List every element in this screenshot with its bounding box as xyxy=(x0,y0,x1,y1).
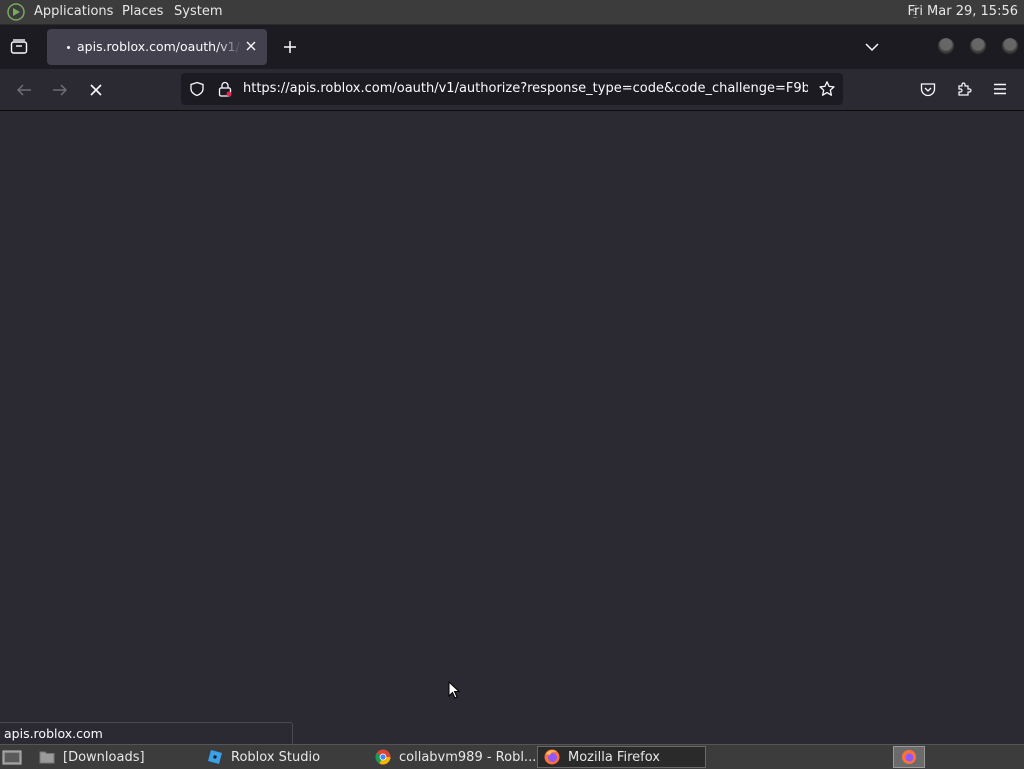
taskbar-item-label: Roblox Studio xyxy=(231,749,321,765)
plus-icon xyxy=(284,41,296,53)
status-text: apis.roblox.com xyxy=(4,726,103,741)
back-button[interactable] xyxy=(14,80,34,100)
taskbar-item-label: Mozilla Firefox xyxy=(568,749,660,765)
url-text[interactable]: https://apis.roblox.com/oauth/v1/authori… xyxy=(243,81,808,96)
places-menu[interactable]: Places xyxy=(122,4,163,19)
forward-button[interactable] xyxy=(50,80,70,100)
arrow-left-icon xyxy=(16,84,31,96)
mouse-cursor-icon xyxy=(448,681,460,699)
list-all-tabs-button[interactable] xyxy=(862,37,882,57)
url-bar[interactable]: https://apis.roblox.com/oauth/v1/authori… xyxy=(181,73,843,105)
tab-active[interactable]: apis.roblox.com/oauth/v1/authorize xyxy=(47,29,267,65)
loading-dot-icon xyxy=(67,46,70,49)
firefox-icon xyxy=(902,750,916,764)
app-menu-button[interactable] xyxy=(990,79,1010,99)
taskbar-item-label: collabvm989 - Robl... xyxy=(399,749,535,765)
chrome-icon xyxy=(375,749,391,765)
bookmark-star-icon[interactable] xyxy=(818,80,836,98)
close-window-button[interactable] xyxy=(1002,38,1018,54)
top-panel: Applications Places System Fri Mar 29, 1… xyxy=(0,0,1024,25)
taskbar-item-downloads[interactable]: [Downloads] xyxy=(33,746,199,768)
system-menu[interactable]: System xyxy=(174,4,222,19)
tracking-protection-shield-icon[interactable] xyxy=(189,81,205,97)
firefox-icon xyxy=(544,749,560,765)
pocket-icon xyxy=(920,82,936,96)
status-panel: apis.roblox.com xyxy=(0,722,293,744)
tab-strip: apis.roblox.com/oauth/v1/authorize xyxy=(0,25,1024,69)
taskbar-item-chrome[interactable]: collabvm989 - Robl... xyxy=(369,746,535,768)
clock[interactable]: Fri Mar 29, 15:56 xyxy=(907,4,1018,19)
new-tab-button[interactable] xyxy=(280,37,300,57)
workspace-switcher[interactable] xyxy=(893,746,925,768)
taskbar-item-roblox-studio[interactable]: Roblox Studio xyxy=(201,746,367,768)
firefox-view-icon xyxy=(10,39,28,54)
page-content[interactable] xyxy=(0,111,1024,743)
navigation-toolbar: https://apis.roblox.com/oauth/v1/authori… xyxy=(0,69,1024,111)
stop-button[interactable] xyxy=(86,80,106,100)
puzzle-piece-icon xyxy=(958,82,972,96)
hamburger-menu-icon xyxy=(994,83,1006,95)
tab-title: apis.roblox.com/oauth/v1/authorize xyxy=(77,39,242,54)
folder-icon xyxy=(39,751,55,764)
stop-icon xyxy=(90,84,102,96)
bottom-taskbar: [Downloads] Roblox Studio collabvm989 - … xyxy=(0,744,1024,769)
maximize-button[interactable] xyxy=(970,38,986,54)
firefox-view-button[interactable] xyxy=(8,37,30,57)
taskbar-item-firefox[interactable]: Mozilla Firefox xyxy=(537,746,706,768)
extensions-button[interactable] xyxy=(954,79,974,99)
roblox-studio-icon xyxy=(208,750,222,764)
arrow-right-icon xyxy=(53,84,68,96)
applications-menu[interactable]: Applications xyxy=(34,4,113,19)
pocket-button[interactable] xyxy=(918,79,938,99)
taskbar-item-label: [Downloads] xyxy=(63,749,145,765)
distro-logo-icon[interactable] xyxy=(6,3,26,21)
chevron-down-icon xyxy=(865,43,879,52)
show-desktop-icon[interactable] xyxy=(2,748,22,765)
minimize-button[interactable] xyxy=(938,38,954,54)
lock-icon[interactable] xyxy=(217,80,233,98)
close-tab-icon[interactable] xyxy=(243,38,259,54)
